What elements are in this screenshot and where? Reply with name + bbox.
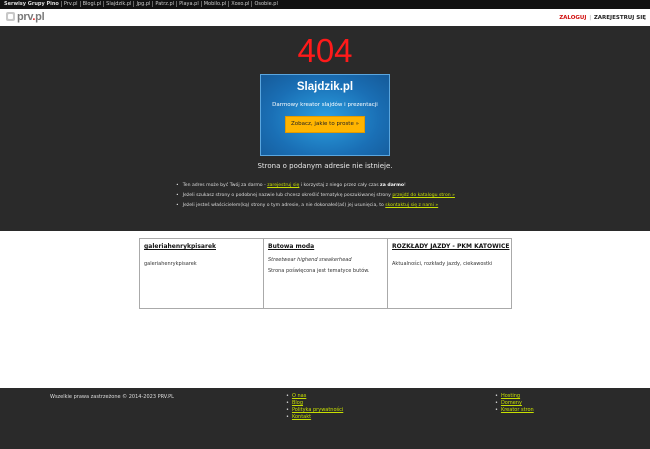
footer-links-col2: Hosting Domeny Kreator stron xyxy=(495,393,534,414)
register-link[interactable]: ZAREJESTRUJ SIĘ xyxy=(594,15,646,21)
tip-contact: Jeżeli jesteś właścicielem(ką) strony o … xyxy=(176,201,455,211)
footer-link-about[interactable]: O nas xyxy=(286,393,343,400)
featured-sites: galeriahenrykpisarek galeriahenrykpisare… xyxy=(0,231,650,388)
site-card-tagline: Streetwear highend sneakerhead xyxy=(268,257,352,263)
footer-link-domains[interactable]: Domeny xyxy=(495,400,534,407)
network-link-prv[interactable]: Prv.pl xyxy=(60,1,80,7)
site-card-title[interactable]: ROZKŁADY JAZDY - PKM KATOWICE xyxy=(392,243,509,250)
site-card[interactable]: ROZKŁADY JAZDY - PKM KATOWICE Aktualnośc… xyxy=(387,238,512,309)
logo-tld: pl xyxy=(35,11,45,23)
footer-link-blog[interactable]: Blog xyxy=(286,400,343,407)
site-card-title[interactable]: Butowa moda xyxy=(268,243,314,250)
contact-link[interactable]: skontaktuj się z nami » xyxy=(385,203,438,208)
network-bar: Serwisy Grupy Pino Prv.pl Blogi.pl Slajdzik… xyxy=(0,0,650,9)
error-code: 404 xyxy=(297,32,353,69)
logo-mark-icon xyxy=(6,12,15,21)
network-link-playa[interactable]: Playa.pl xyxy=(176,1,201,7)
network-label: Serwisy Grupy Pino xyxy=(4,1,59,7)
network-link-slajdzik[interactable]: Slajdzik.pl xyxy=(103,1,134,7)
site-card[interactable]: galeriahenrykpisarek galeriahenrykpisare… xyxy=(139,238,264,309)
footer-link-hosting[interactable]: Hosting xyxy=(495,393,534,400)
register-link-inline[interactable]: zarejestruj się xyxy=(267,183,299,188)
slajdzik-promo-box[interactable]: Slajdzik.pl Darmowy kreator slajdów i pr… xyxy=(260,74,390,156)
site-card-desc: Aktualności, rozkłady jazdy, ciekawostki xyxy=(392,261,493,267)
site-card-title[interactable]: galeriahenrykpisarek xyxy=(144,243,216,250)
tips-list: Ten adres może być Twój za darmo - zarej… xyxy=(176,181,455,211)
footer-link-contact[interactable]: Kontakt xyxy=(286,414,343,421)
not-found-message: Strona o podanym adresie nie istnieje. xyxy=(257,162,393,170)
catalog-link[interactable]: przejdź do katalogu stron » xyxy=(392,193,455,198)
site-header: prv.pl ZALOGUJ | ZAREJESTRUJ SIĘ xyxy=(0,9,650,26)
logo-text: prv xyxy=(17,11,33,23)
network-link-jpg[interactable]: Jpg.pl xyxy=(133,1,153,7)
auth-separator: | xyxy=(589,15,592,21)
promo-title: Slajdzik.pl xyxy=(296,81,354,93)
tip-register: Ten adres może być Twój za darmo - zarej… xyxy=(176,181,455,191)
network-link-xoxo[interactable]: Xoxo.pl xyxy=(228,1,252,7)
login-link[interactable]: ZALOGUJ xyxy=(559,15,586,21)
tip-catalog: Jeżeli szukasz strony o podobnej nazwie … xyxy=(176,191,455,201)
site-card-desc: Strona poświęcona jest tematyce butów. xyxy=(268,268,370,274)
promo-subtitle: Darmowy kreator slajdów i prezentacji xyxy=(272,102,378,108)
footer-link-privacy[interactable]: Polityka prywatności xyxy=(286,407,343,414)
network-link-osobie[interactable]: Osobie.pl xyxy=(251,1,280,7)
network-link-patrz[interactable]: Patrz.pl xyxy=(152,1,177,7)
auth-links: ZALOGUJ | ZAREJESTRUJ SIĘ xyxy=(559,14,646,22)
footer-link-builder[interactable]: Kreator stron xyxy=(495,407,534,414)
site-logo[interactable]: prv.pl xyxy=(6,11,45,23)
site-card-desc: galeriahenrykpisarek xyxy=(144,261,197,267)
copyright: Wszelkie prawa zastrzeżone © 2014-2023 P… xyxy=(50,394,174,400)
network-link-mobilo[interactable]: Mobilo.pl xyxy=(200,1,229,7)
site-card[interactable]: Butowa moda Streetwear highend sneakerhe… xyxy=(263,238,388,309)
site-footer: Wszelkie prawa zastrzeżone © 2014-2023 P… xyxy=(0,388,650,449)
promo-cta-button[interactable]: Zobacz, jakie to proste » xyxy=(285,116,365,133)
network-link-blogi[interactable]: Blogi.pl xyxy=(79,1,104,7)
footer-links-col1: O nas Blog Polityka prywatności Kontakt xyxy=(286,393,343,421)
